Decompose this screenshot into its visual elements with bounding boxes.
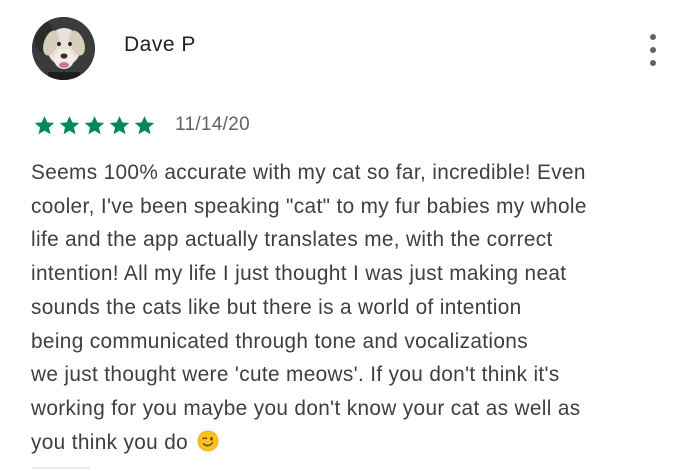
review-body-line: Seems 100% accurate with my cat so far, …: [31, 161, 586, 184]
star-icon: [109, 115, 130, 134]
star-icon: [84, 115, 105, 134]
review-body: Seems 100% accurate with my cat so far, …: [31, 156, 676, 459]
review-body-line: intention! All my life I just thought I …: [31, 262, 567, 286]
star-rating: [33, 114, 156, 137]
review-body-line: you think you do: [31, 426, 676, 460]
more-vertical-icon-dot: [650, 47, 656, 53]
review-card: Dave P 11/14/20 Seems 100% accurate with…: [0, 0, 700, 471]
author-name: Dave P: [124, 33, 196, 56]
review-body-line: working for you maybe you don't know you…: [31, 396, 581, 420]
more-vertical-icon-dot: [650, 60, 656, 66]
winking-face-icon: [197, 430, 219, 452]
review-body-line: cooler, I've been speaking "cat" to my f…: [31, 194, 587, 218]
user-avatar[interactable]: [32, 17, 95, 80]
review-body-line: life and the app actually translates me,…: [31, 228, 553, 252]
more-vertical-icon: [650, 34, 656, 40]
review-body-line: sounds the cats like but there is a worl…: [31, 295, 522, 319]
review-date: 11/14/20: [175, 114, 250, 135]
star-icon: [134, 115, 155, 134]
star-icon: [34, 115, 55, 134]
review-body-line: being communicated through tone and voca…: [31, 329, 528, 353]
review-body-line: we just thought were 'cute meows'. If yo…: [31, 363, 560, 387]
more-options-button[interactable]: [640, 30, 666, 70]
divider: [32, 467, 90, 469]
dog-avatar-image: [32, 17, 95, 80]
star-icon: [59, 115, 80, 134]
rating-row: 11/14/20: [33, 113, 250, 137]
